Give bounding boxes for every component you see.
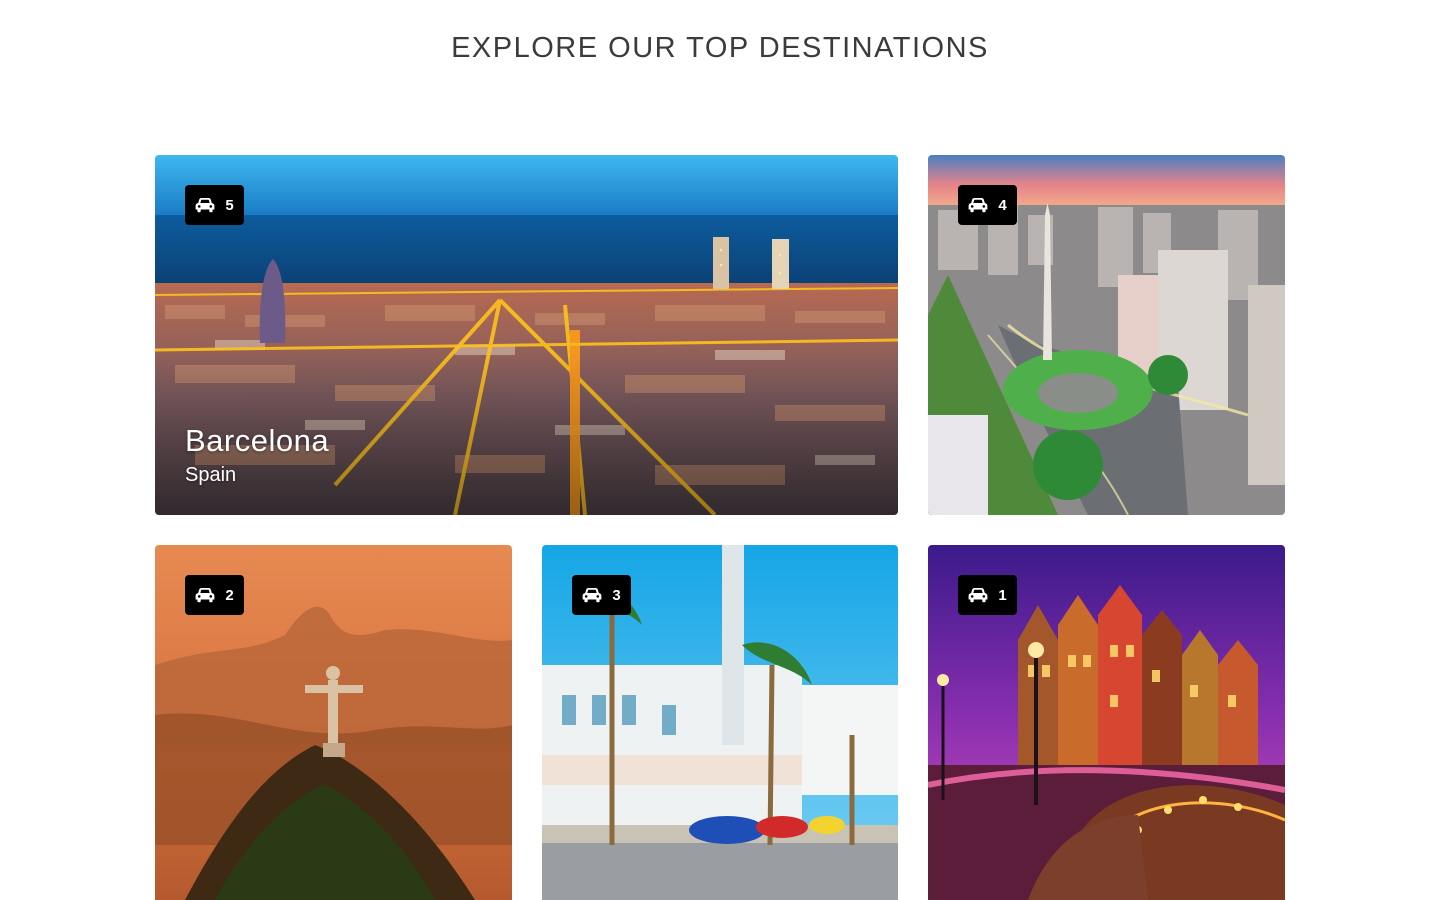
vehicle-count: 5 (225, 196, 234, 214)
destination-card-barcelona[interactable]: 5 Barcelona Spain (155, 155, 898, 515)
car-icon (195, 588, 215, 603)
section-title: EXPLORE OUR TOP DESTINATIONS (451, 32, 989, 64)
car-icon (195, 198, 215, 213)
country-name: Spain (185, 464, 237, 486)
destination-card[interactable]: 1 (928, 545, 1285, 900)
vehicle-count-badge: 2 (185, 575, 244, 615)
destination-card[interactable]: 4 (928, 155, 1285, 515)
vehicle-count-badge: 5 (185, 185, 244, 225)
car-icon (968, 198, 988, 213)
vehicle-count: 3 (612, 586, 621, 604)
vehicle-count-badge: 1 (958, 575, 1017, 615)
vehicle-count: 2 (225, 586, 234, 604)
vehicle-count-badge: 4 (958, 185, 1017, 225)
vehicle-count-badge: 3 (572, 575, 631, 615)
destination-caption: Barcelona Spain (185, 422, 330, 487)
vehicle-count: 4 (998, 196, 1007, 214)
city-name: Barcelona (185, 422, 330, 458)
car-icon (968, 588, 988, 603)
vehicle-count: 1 (998, 586, 1007, 604)
destination-card[interactable]: 2 (155, 545, 512, 900)
destination-card[interactable]: 3 (542, 545, 898, 900)
car-icon (582, 588, 602, 603)
